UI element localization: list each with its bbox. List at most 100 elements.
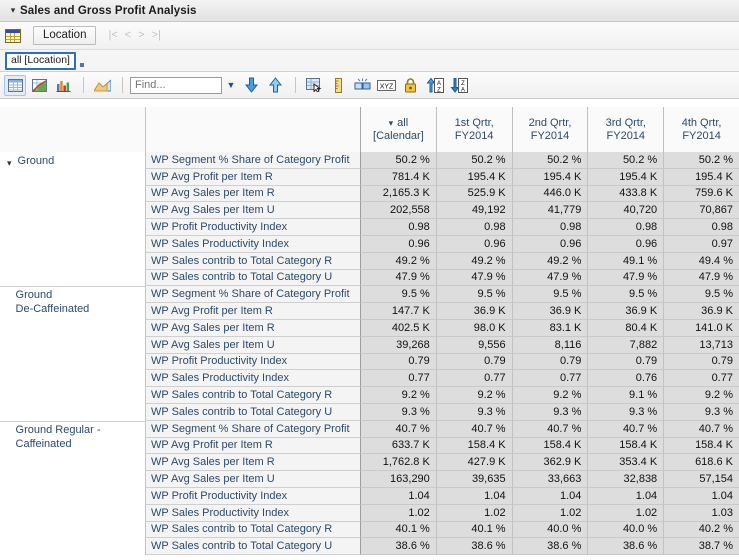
value-cell[interactable]: 49.2 % <box>436 252 513 270</box>
value-cell[interactable]: 40.7 % <box>588 420 665 438</box>
value-cell[interactable]: 0.97 <box>664 235 739 253</box>
value-cell[interactable]: 70,867 <box>664 202 739 220</box>
value-cell[interactable]: 32,838 <box>588 471 665 488</box>
row-group-label[interactable]: Ground Regular - Caffeinated <box>0 420 146 556</box>
value-cell[interactable]: 9.5 % <box>436 286 513 304</box>
measure-cell[interactable]: WP Avg Profit per Item R <box>146 303 361 320</box>
column-header-1[interactable]: 1st Qrtr, FY2014 <box>437 107 513 152</box>
value-cell[interactable]: 47.9 % <box>588 269 665 287</box>
chevron-down-icon[interactable]: ▾ <box>7 156 12 170</box>
value-cell[interactable]: 9.1 % <box>588 387 665 404</box>
value-cell[interactable]: 49.4 % <box>664 252 739 270</box>
value-cell[interactable]: 9.3 % <box>664 403 739 421</box>
value-cell[interactable]: 1.02 <box>436 504 513 522</box>
value-cell[interactable]: 0.98 <box>512 219 589 236</box>
value-cell[interactable]: 40.7 % <box>512 420 589 438</box>
measure-cell[interactable]: WP Sales contrib to Total Category U <box>146 538 361 556</box>
sort-ascending-icon[interactable]: A Z <box>423 75 445 96</box>
value-cell[interactable]: 40.7 % <box>436 420 513 438</box>
bar-chart-icon[interactable] <box>52 75 74 96</box>
value-cell[interactable]: 47.9 % <box>436 269 513 287</box>
value-cell[interactable]: 1.04 <box>361 487 437 505</box>
value-cell[interactable]: 47.9 % <box>512 269 589 287</box>
value-cell[interactable]: 38.6 % <box>588 538 665 556</box>
value-cell[interactable]: 49.2 % <box>512 252 589 270</box>
value-cell[interactable]: 50.2 % <box>664 152 739 169</box>
value-cell[interactable]: 1.04 <box>664 487 739 505</box>
row-group-label[interactable]: ▾ Ground <box>0 152 146 287</box>
value-cell[interactable]: 1.02 <box>361 504 437 522</box>
value-cell[interactable]: 40.0 % <box>512 521 589 539</box>
value-cell[interactable]: 9.5 % <box>664 286 739 304</box>
value-cell[interactable]: 0.96 <box>436 235 513 253</box>
value-cell[interactable]: 0.77 <box>436 370 513 388</box>
value-cell[interactable]: 1.02 <box>588 504 665 522</box>
value-cell[interactable]: 402.5 K <box>361 319 437 337</box>
value-cell[interactable]: 1.03 <box>664 504 739 522</box>
value-cell[interactable]: 98.0 K <box>436 319 513 337</box>
xyz-format-icon[interactable]: XYZ <box>375 75 397 96</box>
measure-cell[interactable]: WP Segment % Share of Category Profit <box>146 420 361 438</box>
value-cell[interactable]: 0.79 <box>361 353 437 371</box>
measure-cell[interactable]: WP Segment % Share of Category Profit <box>146 286 361 304</box>
value-cell[interactable]: 0.77 <box>512 370 589 388</box>
value-cell[interactable]: 147.7 K <box>361 303 437 320</box>
value-cell[interactable]: 446.0 K <box>512 185 589 203</box>
value-cell[interactable]: 353.4 K <box>588 454 665 472</box>
value-cell[interactable]: 158.4 K <box>664 437 739 455</box>
value-cell[interactable]: 433.8 K <box>588 185 665 203</box>
value-cell[interactable]: 195.4 K <box>588 168 665 186</box>
measure-cell[interactable]: WP Avg Sales per Item U <box>146 202 361 220</box>
value-cell[interactable]: 0.98 <box>361 219 437 236</box>
value-cell[interactable]: 38.6 % <box>436 538 513 556</box>
value-cell[interactable]: 1,762.8 K <box>361 454 437 472</box>
value-cell[interactable]: 9.3 % <box>436 403 513 421</box>
value-cell[interactable]: 163,290 <box>361 471 437 488</box>
nav-prev-icon[interactable]: < <box>125 30 131 41</box>
measure-cell[interactable]: WP Avg Sales per Item U <box>146 471 361 488</box>
value-cell[interactable]: 0.98 <box>436 219 513 236</box>
value-cell[interactable]: 33,663 <box>512 471 589 488</box>
value-cell[interactable]: 40.1 % <box>436 521 513 539</box>
value-cell[interactable]: 8,116 <box>512 336 589 354</box>
chevron-down-icon[interactable]: ▾ <box>389 117 394 130</box>
measure-cell[interactable]: WP Sales Productivity Index <box>146 235 361 253</box>
value-cell[interactable]: 50.2 % <box>436 152 513 169</box>
value-cell[interactable]: 38.7 % <box>664 538 739 556</box>
value-cell[interactable]: 40.7 % <box>664 420 739 438</box>
value-cell[interactable]: 39,268 <box>361 336 437 354</box>
measure-cell[interactable]: WP Profit Productivity Index <box>146 219 361 236</box>
value-cell[interactable]: 2,165.3 K <box>361 185 437 203</box>
value-cell[interactable]: 13,713 <box>664 336 739 354</box>
nav-last-icon[interactable]: >| <box>152 30 161 41</box>
select-cells-icon[interactable] <box>303 75 325 96</box>
value-cell[interactable]: 0.96 <box>588 235 665 253</box>
column-header-0[interactable]: ▾ all [Calendar] <box>361 107 437 152</box>
value-cell[interactable]: 0.79 <box>512 353 589 371</box>
value-cell[interactable]: 9.2 % <box>664 387 739 404</box>
value-cell[interactable]: 618.6 K <box>664 454 739 472</box>
value-cell[interactable]: 0.77 <box>361 370 437 388</box>
value-cell[interactable]: 0.98 <box>588 219 665 236</box>
value-cell[interactable]: 195.4 K <box>664 168 739 186</box>
value-cell[interactable]: 9.3 % <box>588 403 665 421</box>
value-cell[interactable]: 9.2 % <box>436 387 513 404</box>
search-input[interactable] <box>130 76 222 94</box>
arrow-up-icon[interactable] <box>264 75 286 96</box>
value-cell[interactable]: 427.9 K <box>436 454 513 472</box>
ruler-icon[interactable] <box>327 75 349 96</box>
filter-token-location[interactable]: all [Location] <box>5 51 76 70</box>
value-cell[interactable]: 1.04 <box>512 487 589 505</box>
value-cell[interactable]: 158.4 K <box>436 437 513 455</box>
value-cell[interactable]: 36.9 K <box>588 303 665 320</box>
value-cell[interactable]: 0.79 <box>436 353 513 371</box>
measure-cell[interactable]: WP Avg Sales per Item U <box>146 336 361 354</box>
value-cell[interactable]: 39,635 <box>436 471 513 488</box>
table-view-icon[interactable] <box>4 74 26 96</box>
area-chart-icon[interactable] <box>91 75 113 96</box>
value-cell[interactable]: 0.76 <box>588 370 665 388</box>
measure-cell[interactable]: WP Sales Productivity Index <box>146 370 361 388</box>
value-cell[interactable]: 49.2 % <box>361 252 437 270</box>
value-cell[interactable]: 9.2 % <box>512 387 589 404</box>
value-cell[interactable]: 9.2 % <box>361 387 437 404</box>
